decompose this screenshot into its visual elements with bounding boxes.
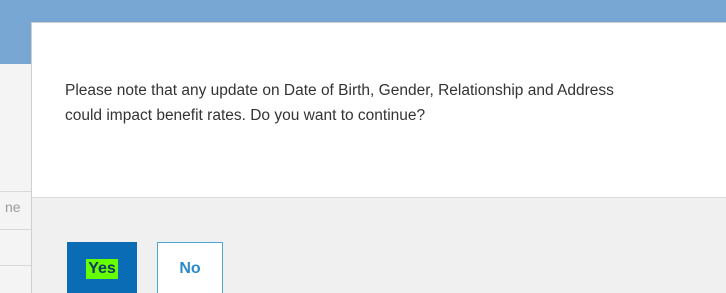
background-divider bbox=[0, 265, 31, 266]
confirmation-dialog: Please note that any update on Date of B… bbox=[31, 22, 726, 293]
no-button-label: No bbox=[179, 260, 201, 277]
yes-button-label: Yes bbox=[86, 259, 118, 279]
background-field-label: ne bbox=[5, 199, 21, 215]
dialog-body: Please note that any update on Date of B… bbox=[32, 23, 726, 197]
dialog-footer: Yes No bbox=[32, 197, 726, 293]
background-divider bbox=[0, 191, 31, 192]
background-page-left bbox=[0, 64, 31, 293]
no-button[interactable]: No bbox=[157, 242, 223, 293]
screen: ne Please note that any update on Date o… bbox=[0, 0, 726, 293]
dialog-message: Please note that any update on Date of B… bbox=[65, 82, 614, 124]
background-divider bbox=[0, 229, 31, 230]
yes-button[interactable]: Yes bbox=[67, 242, 137, 293]
